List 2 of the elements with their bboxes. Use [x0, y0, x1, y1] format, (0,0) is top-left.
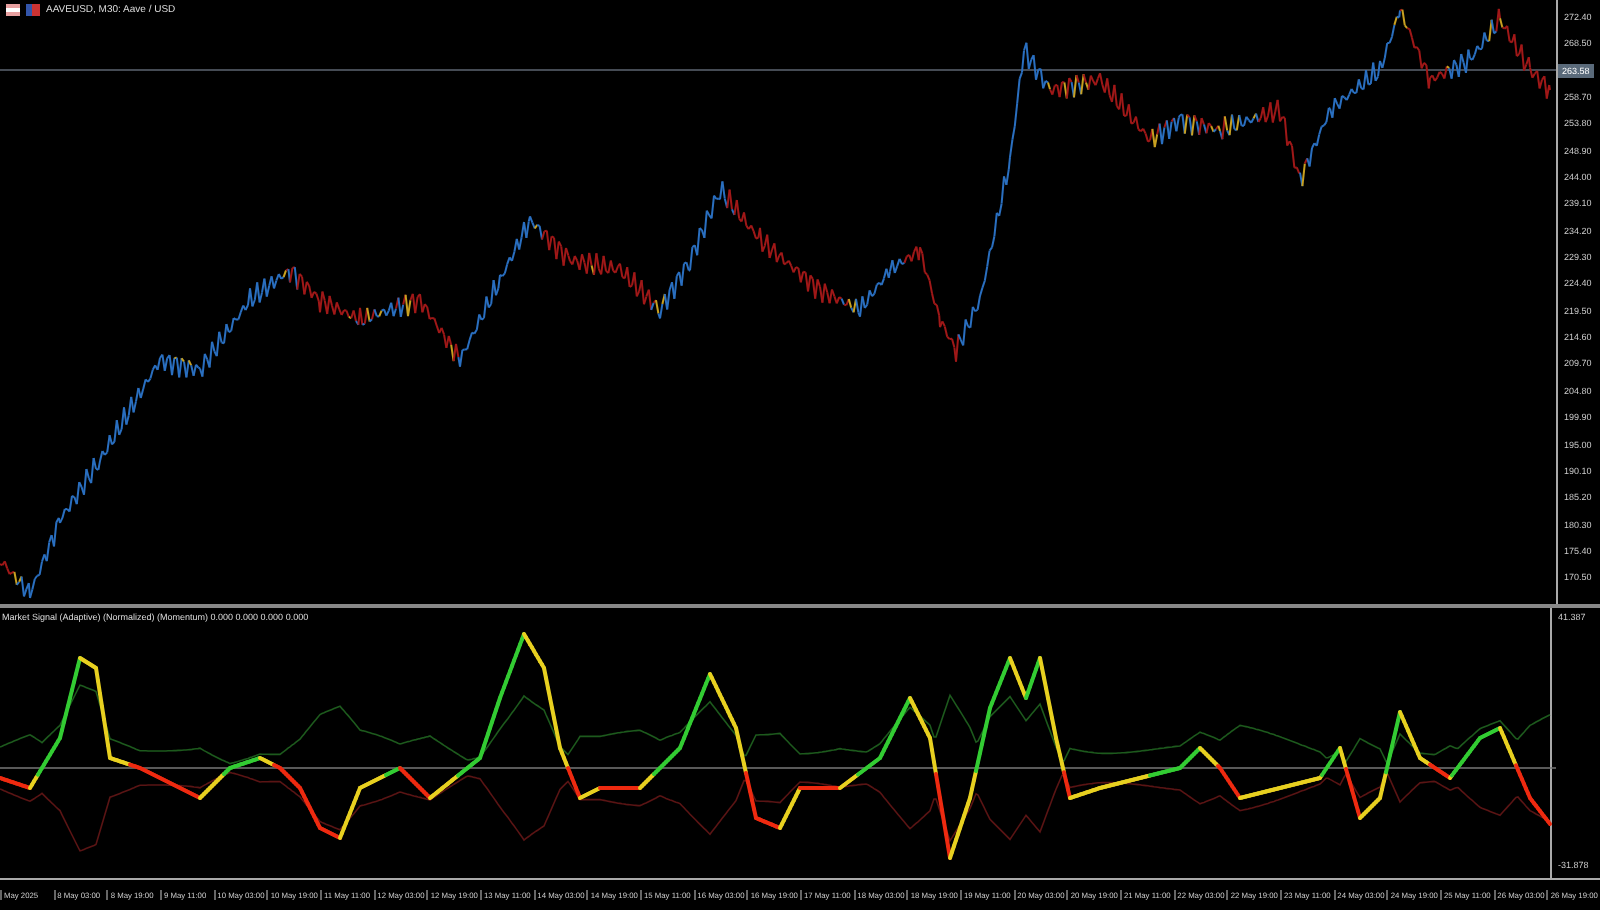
currency-icon — [26, 4, 40, 16]
flag-icon — [6, 4, 20, 16]
